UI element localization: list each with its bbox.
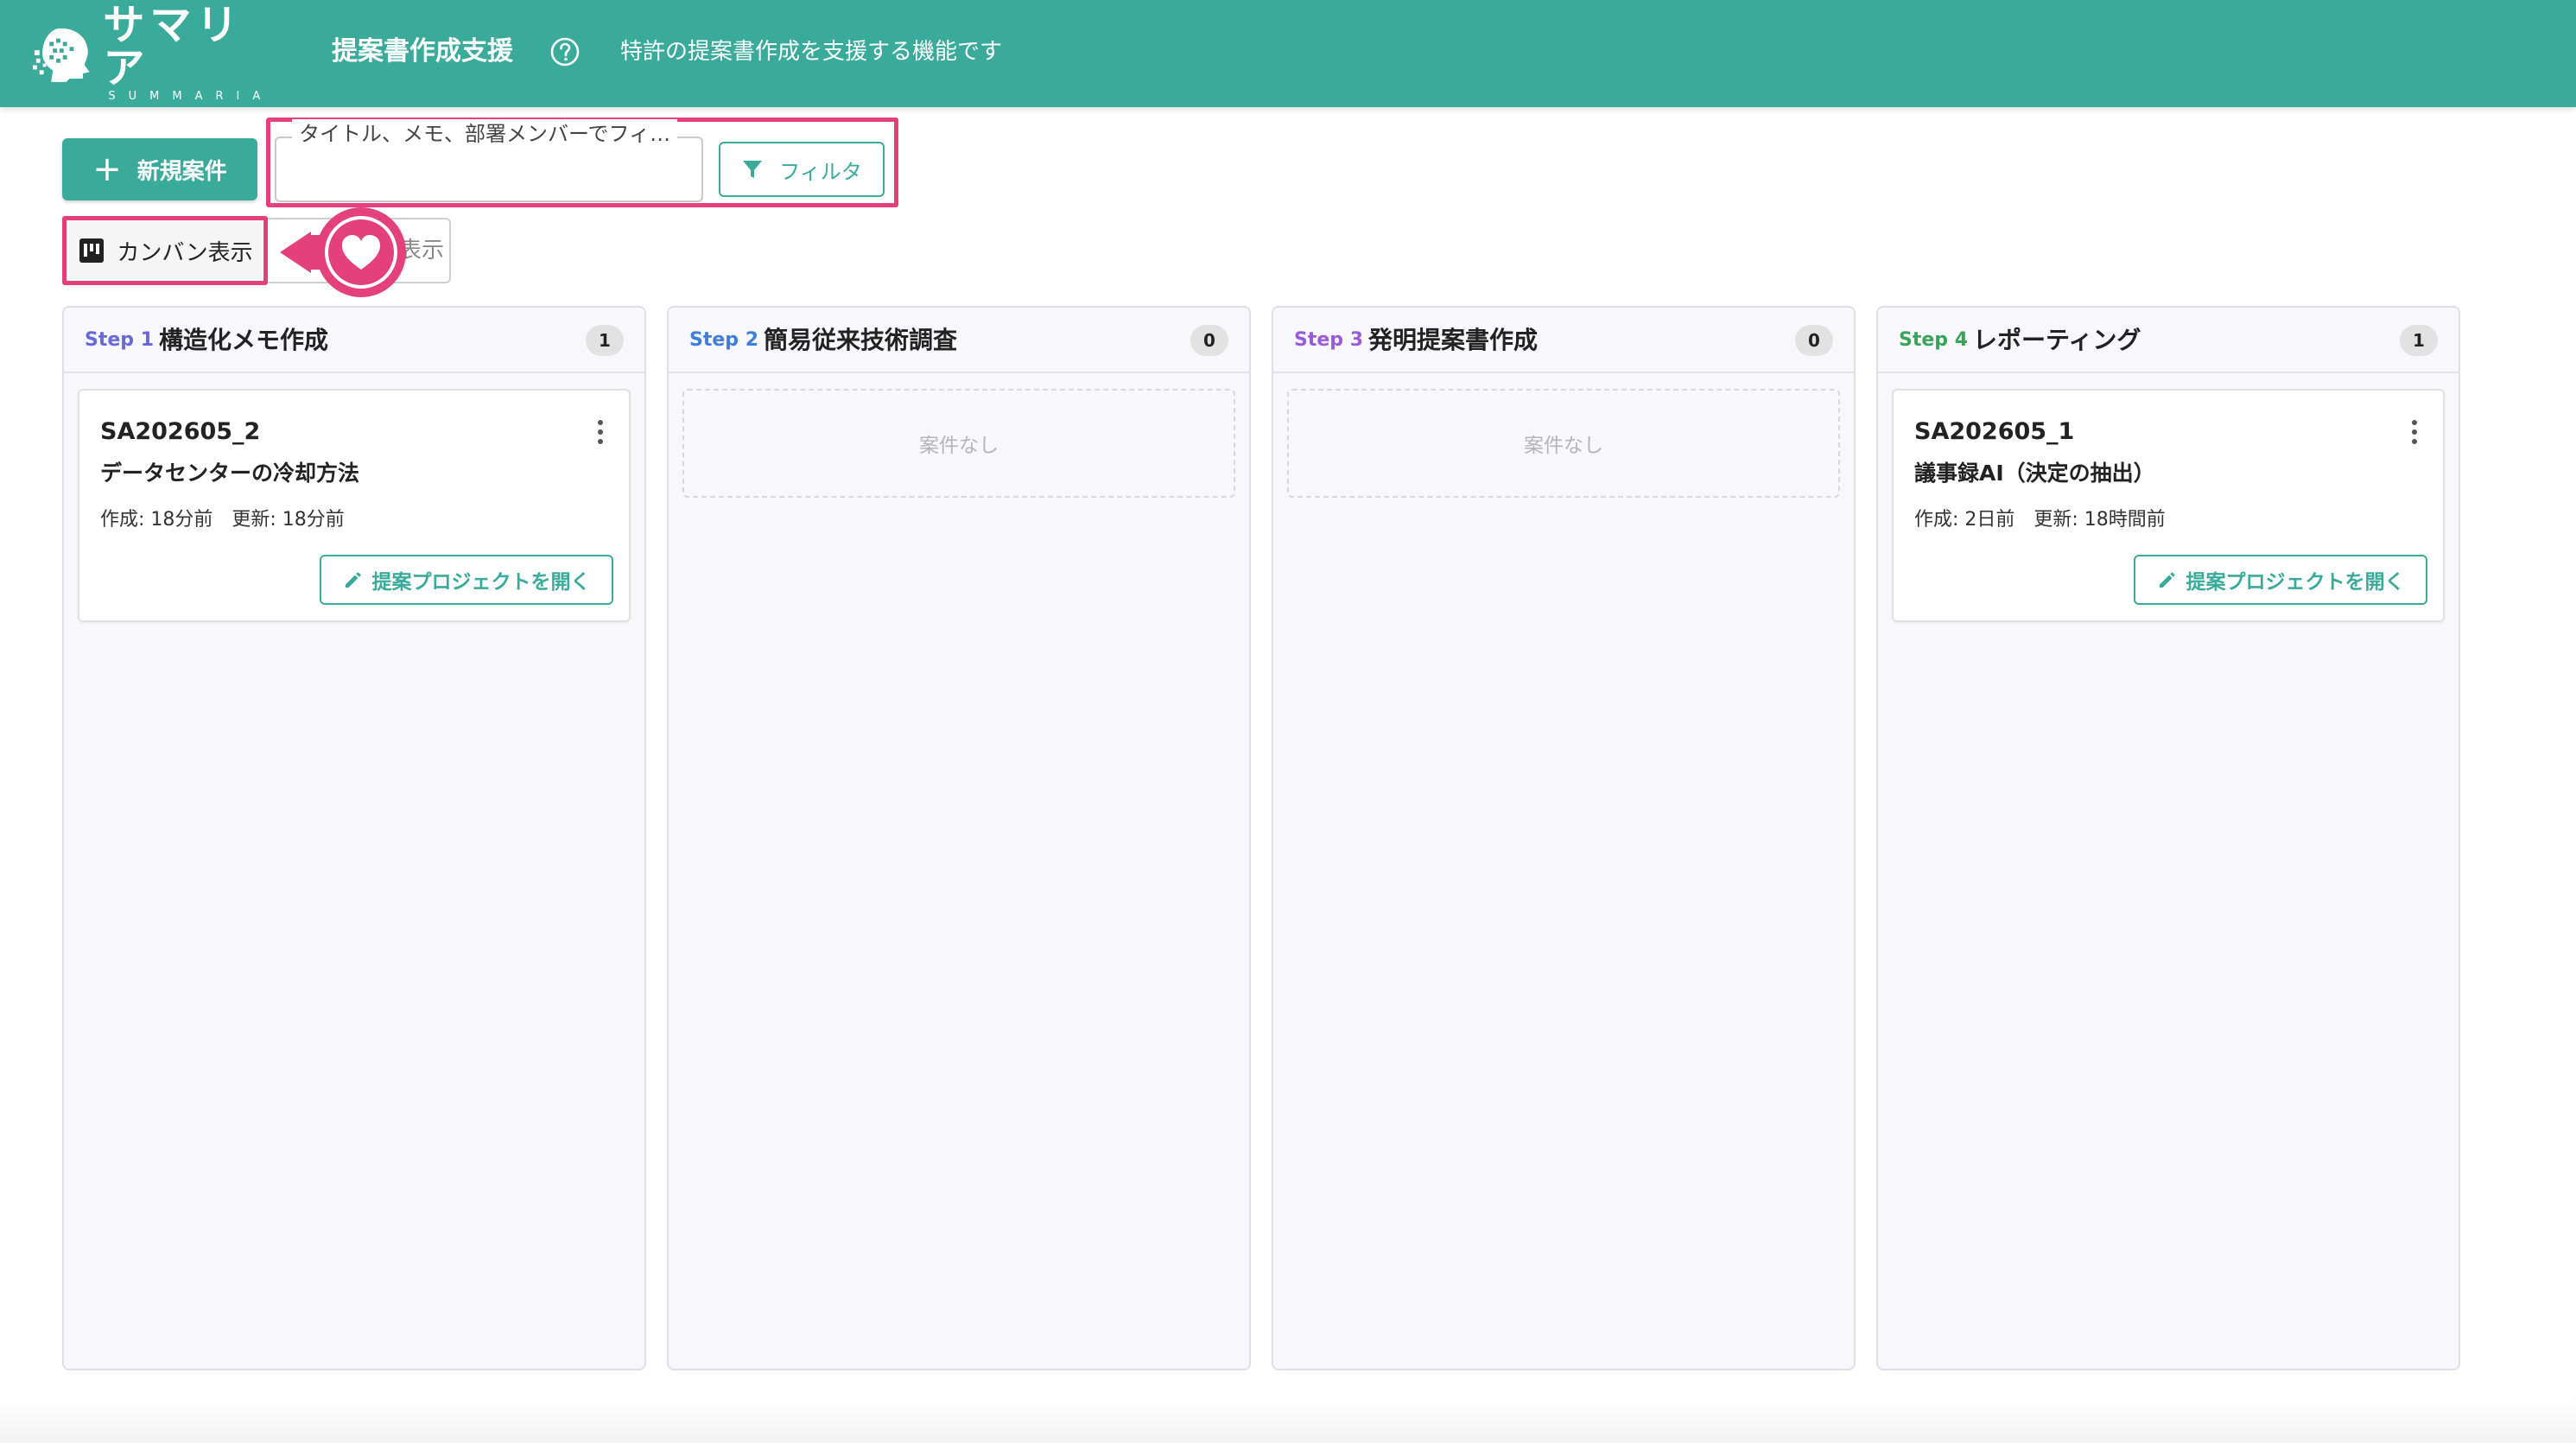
heart-pointer-icon: [280, 207, 406, 297]
column-title: レポーティング: [1973, 326, 2141, 354]
search-input-label: タイトル、メモ、部署メンバーでフィ…: [292, 119, 678, 149]
filter-button[interactable]: フィルタ: [719, 142, 885, 197]
question-circle-icon[interactable]: [549, 36, 581, 67]
case-timestamps: 作成: 18分前 更新: 18分前: [100, 509, 345, 531]
empty-placeholder: 案件なし: [682, 389, 1235, 498]
open-project-label: 提案プロジェクトを開く: [2186, 571, 2405, 594]
step-label: Step 1: [85, 329, 154, 351]
column-title: 発明提案書作成: [1368, 326, 1539, 354]
open-project-label: 提案プロジェクトを開く: [371, 571, 591, 594]
step-label: Step 2: [689, 329, 758, 351]
column-header: Step 3 発明提案書作成 0: [1273, 308, 1854, 373]
case-title: データセンターの冷却方法: [100, 461, 360, 486]
logo-japanese-text: サマリア: [103, 1, 244, 92]
column-title: 簡易従来技術調査: [764, 326, 958, 354]
page-description: 特許の提案書作成を支援する機能です: [620, 39, 1003, 65]
column-title: 構造化メモ作成: [159, 326, 329, 354]
logo-english-text: SUMMARIA: [108, 90, 274, 103]
summaria-logo[interactable]: サマリア SUMMARIA: [33, 3, 283, 103]
new-case-button[interactable]: + 新規案件: [62, 138, 257, 200]
kanban-column-step1: Step 1 構造化メモ作成 1 SA202605_2 データセンターの冷却方法…: [62, 306, 646, 1370]
kanban-column-step2: Step 2 簡易従来技術調査 0 案件なし: [667, 306, 1251, 1370]
kanban-column-step4: Step 4 レポーティング 1 SA202605_1 議事録AI（決定の抽出）…: [1876, 306, 2460, 1370]
empty-placeholder: 案件なし: [1287, 389, 1840, 498]
case-card[interactable]: SA202605_1 議事録AI（決定の抽出） 作成: 2日前 更新: 18時間…: [1892, 389, 2445, 622]
column-header: Step 2 簡易従来技術調査 0: [669, 308, 1249, 373]
kanban-column-step3: Step 3 発明提案書作成 0 案件なし: [1272, 306, 1856, 1370]
column-header: Step 4 レポーティング 1: [1878, 308, 2459, 373]
filter-icon: [743, 161, 763, 178]
case-title: 議事録AI（決定の抽出）: [1914, 461, 2155, 486]
count-badge: 0: [1795, 325, 1833, 356]
case-id: SA202605_2: [100, 418, 261, 445]
column-header: Step 1 構造化メモ作成 1: [64, 308, 644, 373]
head-logo-icon: [33, 28, 90, 82]
plus-icon: +: [92, 149, 122, 189]
open-project-button[interactable]: 提案プロジェクトを開く: [320, 555, 613, 605]
case-card[interactable]: SA202605_2 データセンターの冷却方法 作成: 18分前 更新: 18分…: [78, 389, 631, 622]
more-vert-icon[interactable]: [587, 416, 613, 448]
count-badge: 0: [1190, 325, 1228, 356]
step-label: Step 3: [1294, 329, 1363, 351]
filter-label: フィルタ: [779, 159, 862, 184]
app-header: サマリア SUMMARIA 提案書作成支援 特許の提案書作成を支援する機能です: [0, 0, 2576, 107]
new-case-label: 新規案件: [136, 158, 227, 185]
case-timestamps: 作成: 2日前 更新: 18時間前: [1914, 509, 2166, 531]
page-footer-shadow: [0, 1400, 2576, 1443]
pencil-icon: [345, 572, 361, 588]
count-badge: 1: [586, 325, 624, 356]
more-vert-icon[interactable]: [2402, 416, 2427, 448]
open-project-button[interactable]: 提案プロジェクトを開く: [2134, 555, 2427, 605]
pencil-icon: [2159, 572, 2175, 588]
case-id: SA202605_1: [1914, 418, 2075, 445]
kanban-view-highlight: [62, 216, 268, 285]
step-label: Step 4: [1899, 329, 1968, 351]
page-title: 提案書作成支援: [332, 36, 513, 67]
count-badge: 1: [2400, 325, 2438, 356]
